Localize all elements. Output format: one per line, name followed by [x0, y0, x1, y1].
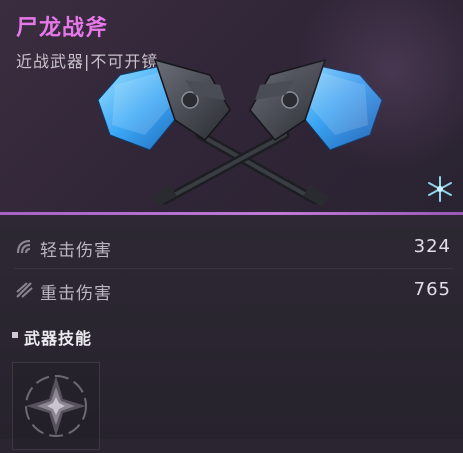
dual-axes-image [97, 58, 383, 207]
heavy-attack-icon [16, 282, 33, 298]
weapon-skill-slot[interactable] [12, 362, 100, 450]
snowflake-rarity-icon [428, 176, 452, 202]
diamond-star-skill-icon [25, 375, 87, 437]
stat-value: 324 [413, 236, 451, 257]
weapon-header: 尸龙战斧 近战武器|不可开镜 [0, 0, 463, 212]
stat-label: 轻击伤害 [40, 241, 112, 261]
stat-row-heavy-attack: 重击伤害 765 [0, 270, 463, 310]
weapon-name: 尸龙战斧 [16, 16, 109, 41]
stats-panel: 轻击伤害 324 重击伤害 765 武器技能 [0, 215, 463, 450]
stat-label: 重击伤害 [40, 284, 112, 304]
section-bullet [12, 332, 18, 338]
row-divider [14, 268, 453, 269]
stat-row-light-attack: 轻击伤害 324 [0, 227, 463, 267]
stat-value: 765 [413, 279, 451, 300]
light-attack-icon [16, 239, 31, 254]
weapon-skills-title: 武器技能 [24, 329, 93, 348]
